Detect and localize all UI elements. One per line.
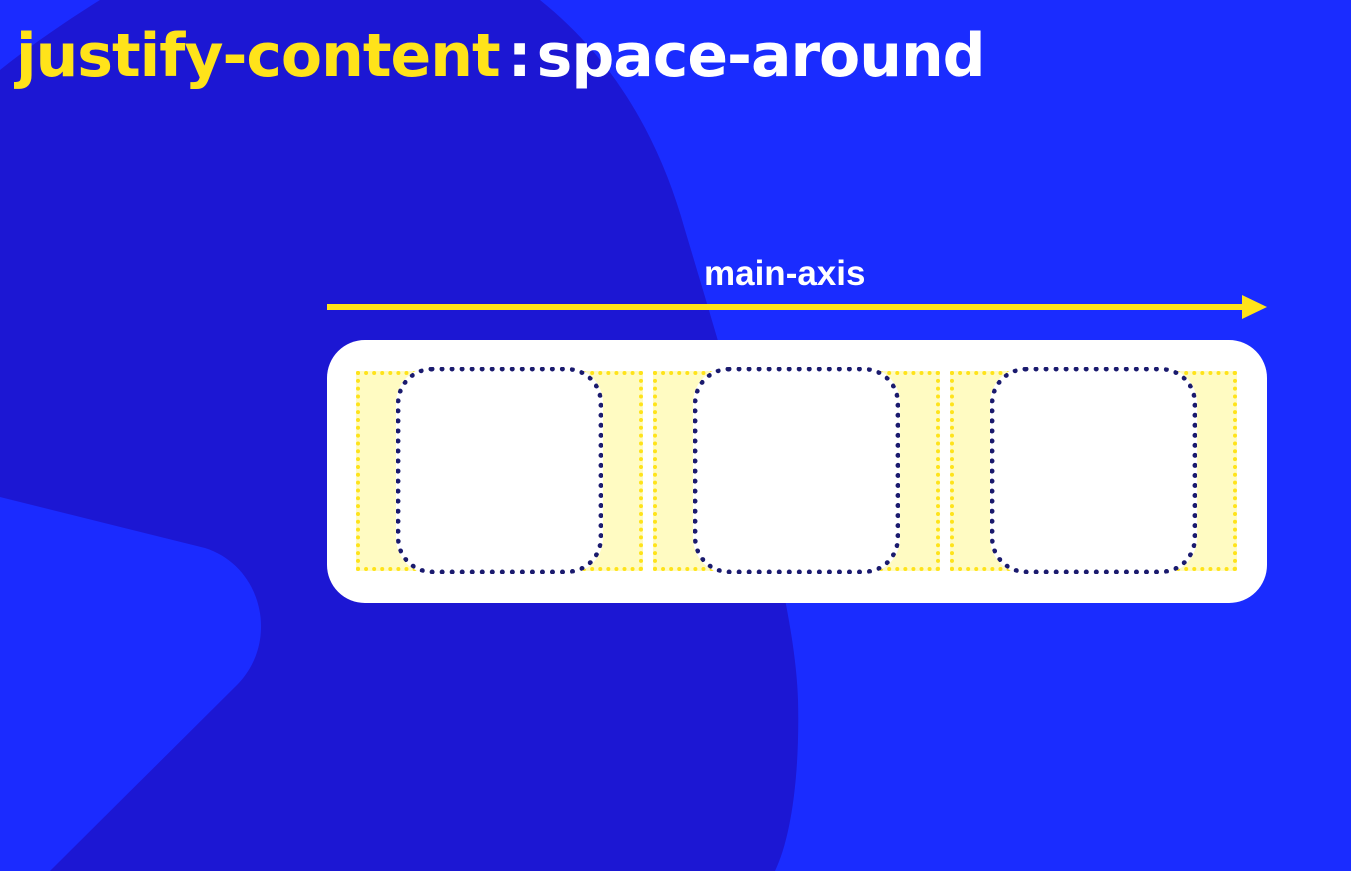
slide-title: justify-content: space-around	[16, 14, 986, 98]
title-property: justify-content	[16, 21, 501, 91]
flex-item	[396, 367, 603, 574]
title-separator: :	[507, 21, 532, 91]
flex-item	[990, 367, 1197, 574]
main-axis-arrowhead	[1242, 295, 1267, 319]
flex-container	[327, 340, 1267, 603]
main-axis-line	[327, 304, 1247, 310]
main-axis-label: main-axis	[704, 254, 866, 293]
flex-item	[693, 367, 900, 574]
main-axis-arrow	[327, 295, 1267, 319]
title-value: space-around	[536, 21, 986, 91]
slide: justify-content: space-around main-axis	[0, 0, 1351, 871]
